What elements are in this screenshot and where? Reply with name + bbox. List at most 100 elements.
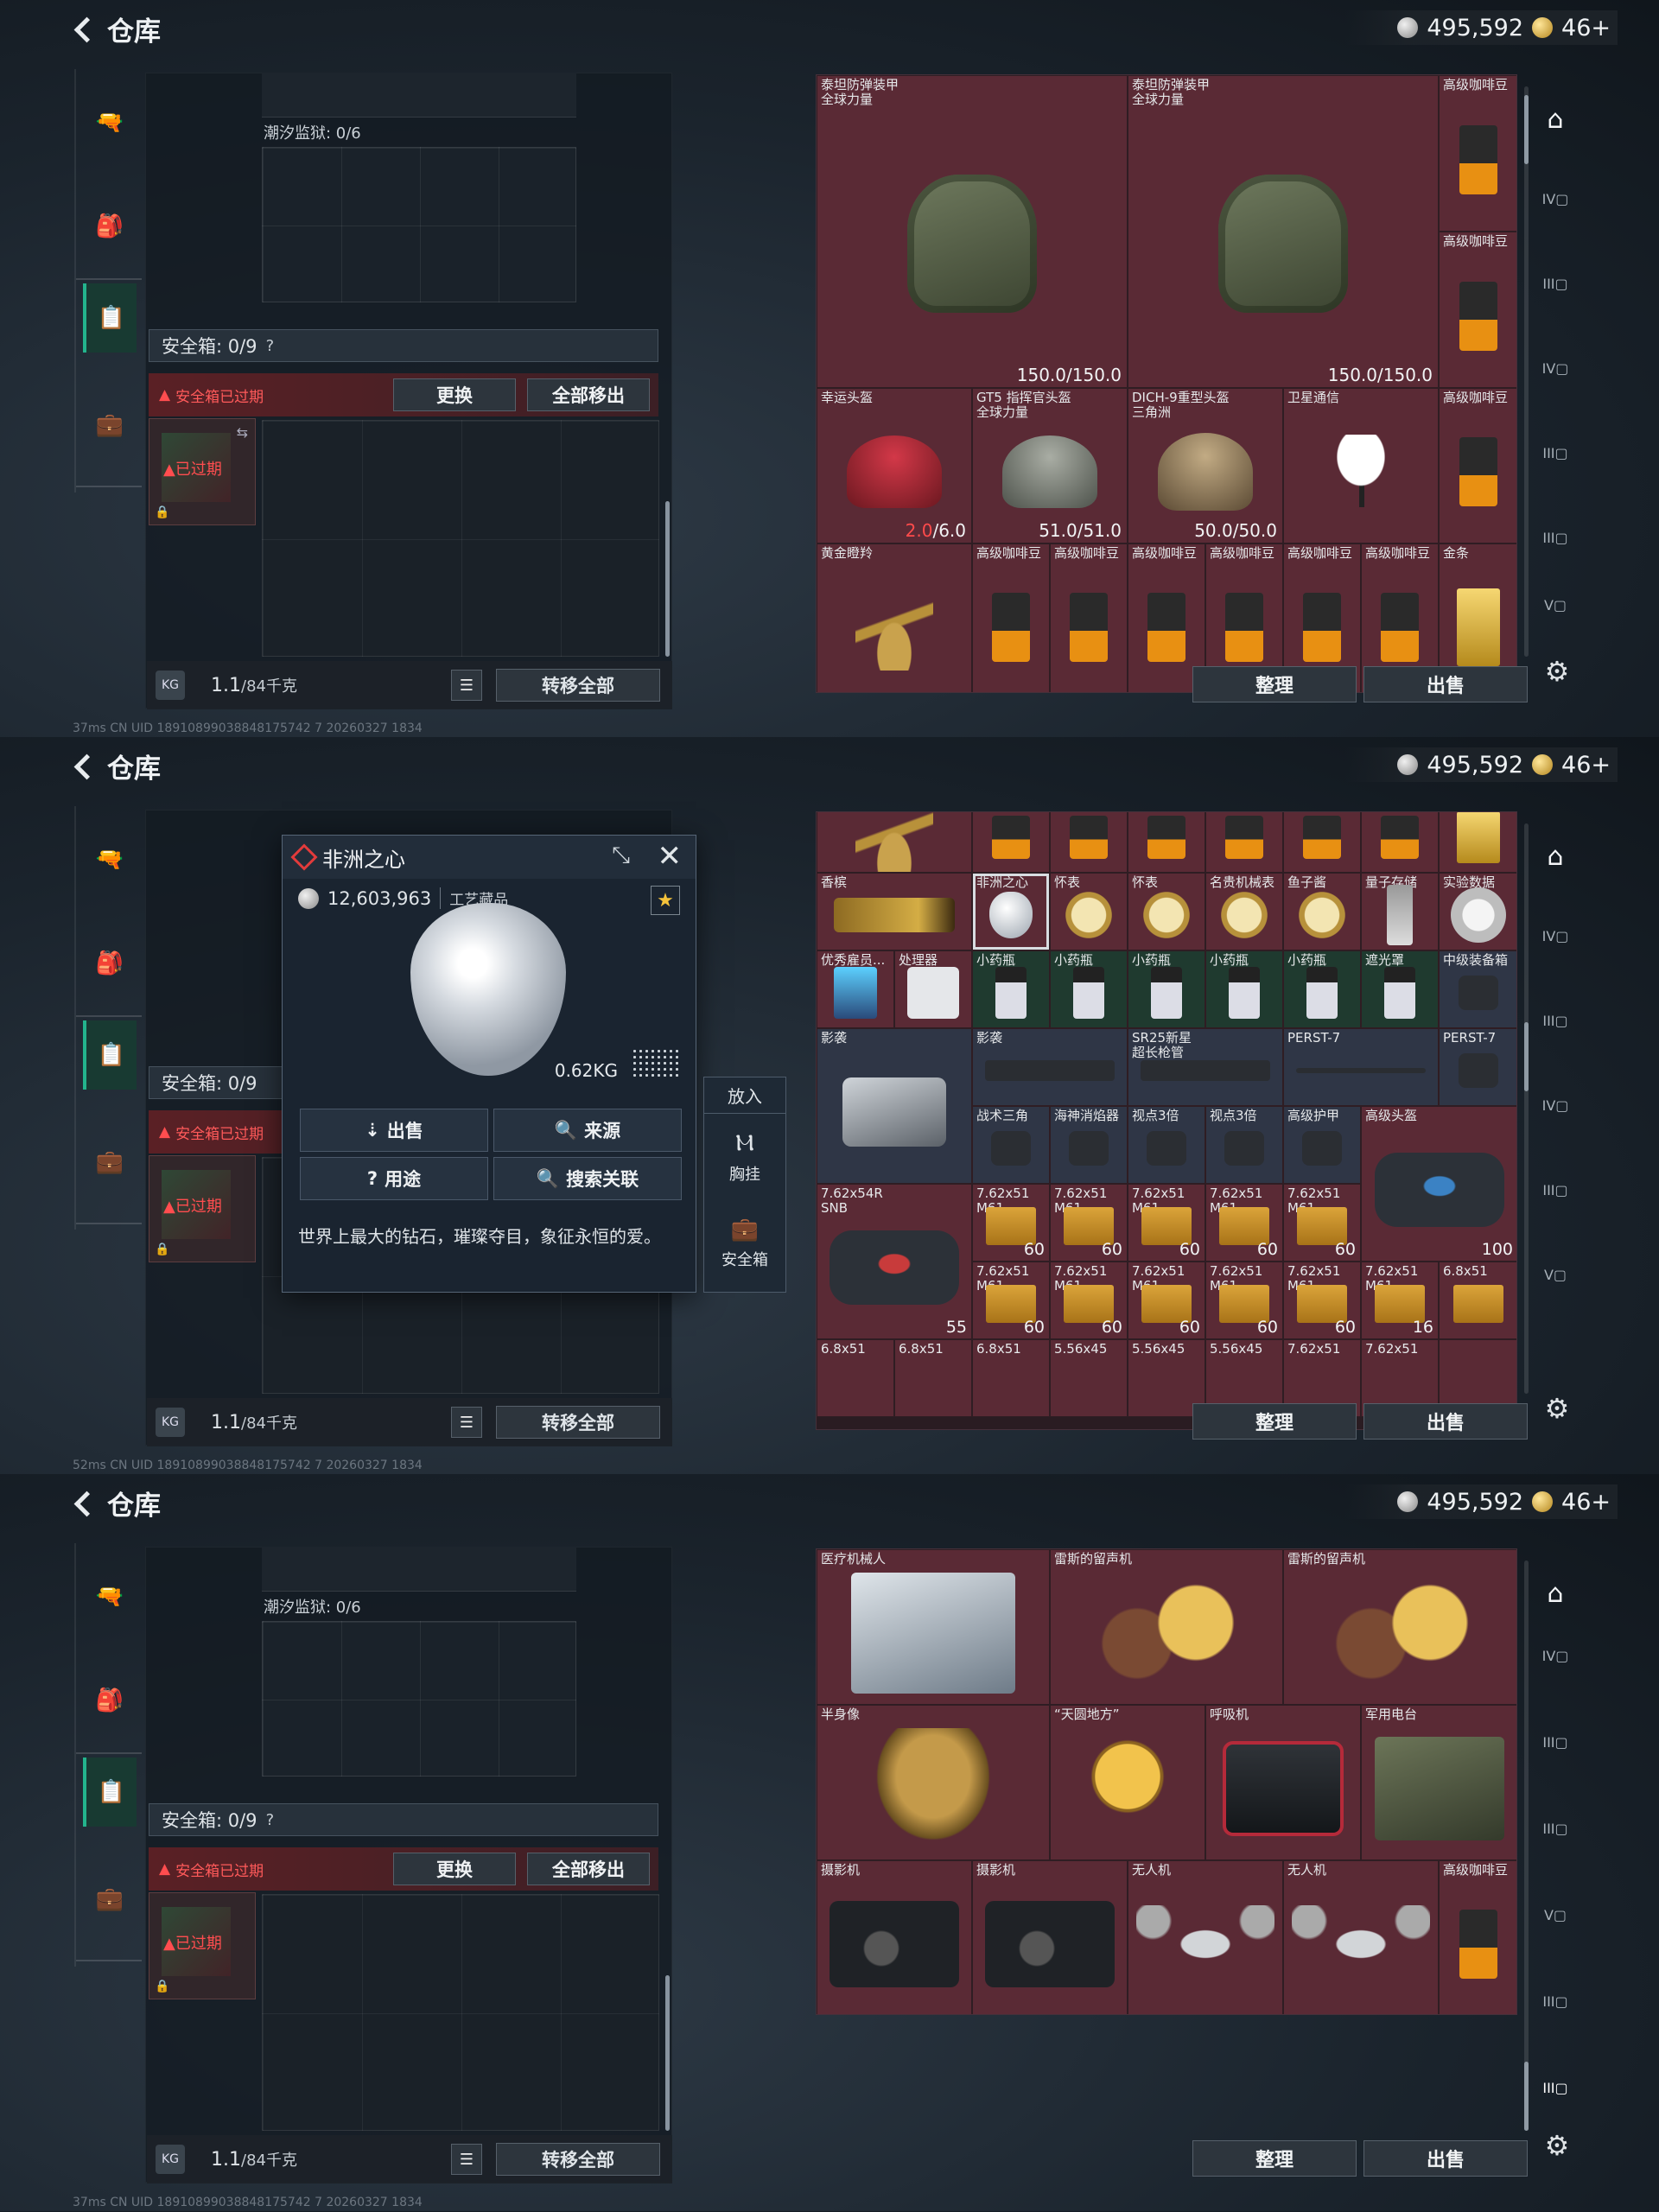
stash-tab-icon[interactable]: III ▢ xyxy=(1533,266,1578,301)
replace-button[interactable]: 更换 xyxy=(393,378,516,411)
help-icon[interactable]: ? xyxy=(266,337,275,355)
ammo-item[interactable]: 6.8x51 xyxy=(1439,1262,1516,1339)
stash-item[interactable]: PERST-7 xyxy=(1283,1028,1439,1106)
collapse-icon[interactable]: ⤡ xyxy=(612,842,630,869)
stash-item[interactable]: 摄影机 xyxy=(972,1860,1128,2014)
stash-item[interactable]: 怀表 xyxy=(1050,873,1128,950)
stash-tab-icon[interactable]: IV ▢ xyxy=(1533,1088,1578,1122)
transfer-all-button[interactable]: 转移全部 xyxy=(496,669,660,702)
stash-item[interactable]: 战术三角 xyxy=(972,1106,1050,1184)
stash-tab-icon[interactable]: IV ▢ xyxy=(1533,918,1578,953)
stash-item[interactable]: 怀表 xyxy=(1128,873,1205,950)
stash-tab-icon[interactable]: V ▢ xyxy=(1533,1257,1578,1292)
nav-weapon-icon[interactable]: 🔫 xyxy=(83,825,137,894)
stash-item-selected[interactable]: 非洲之心 xyxy=(972,873,1050,950)
left-scrollbar[interactable] xyxy=(665,1975,670,2131)
stash-tab-icon-active[interactable]: III ▢ xyxy=(1533,2070,1578,2105)
put-safebox-option[interactable]: 💼 安全箱 xyxy=(704,1200,785,1287)
stash-item[interactable]: 名贵机械表 xyxy=(1205,873,1283,950)
usage-button[interactable]: ? 用途 xyxy=(300,1157,488,1200)
sell-button[interactable]: 出售 xyxy=(1363,666,1528,702)
nav-weapon-icon[interactable]: 🔫 xyxy=(83,1562,137,1631)
put-chest-rig-option[interactable]: Ⲙ 胸挂 xyxy=(704,1114,785,1200)
stash-item[interactable]: 卫星通信 xyxy=(1283,388,1439,543)
back-arrow-icon[interactable] xyxy=(73,754,95,777)
stash-item[interactable]: 泰坦防弹装甲 全球力量 150.0/150.0 xyxy=(1128,75,1439,388)
stash-item[interactable]: 优秀雇员... xyxy=(817,950,894,1028)
stash-item[interactable]: 高级头盔 100 xyxy=(1361,1106,1516,1262)
stash-item[interactable] xyxy=(1361,812,1439,873)
settings-gear-icon[interactable]: ⚙ xyxy=(1540,1391,1574,1426)
sort-button[interactable]: 整理 xyxy=(1192,666,1357,702)
stash-item[interactable]: 黄金瞪羚 xyxy=(817,543,972,692)
right-scrollbar[interactable] xyxy=(1524,95,1529,164)
nav-backpack-icon[interactable]: 🎒 xyxy=(83,929,137,998)
stash-item[interactable]: 军用电台 xyxy=(1361,1705,1516,1860)
ammo-item[interactable]: 5.56x45 xyxy=(1050,1339,1128,1417)
nav-weapon-icon[interactable]: 🔫 xyxy=(83,88,137,157)
stash-tab-icon[interactable]: III ▢ xyxy=(1533,520,1578,555)
ammo-item[interactable]: 7.62x51M6116 xyxy=(1361,1262,1439,1339)
stash-item[interactable]: 雷斯的留声机 xyxy=(1050,1549,1283,1705)
stash-item[interactable]: 小药瓶 xyxy=(1128,950,1205,1028)
stash-item[interactable]: 呼吸机 xyxy=(1205,1705,1361,1860)
transfer-all-button[interactable]: 转移全部 xyxy=(496,1406,660,1439)
search-related-button[interactable]: 🔍 搜索关联 xyxy=(493,1157,682,1200)
stash-tab-icon[interactable]: IV ▢ xyxy=(1533,351,1578,385)
stash-item[interactable]: 7.62x54R SNB 55 xyxy=(817,1184,972,1339)
nav-safebox-icon[interactable]: 💼 xyxy=(83,1128,137,1197)
stash-item[interactable]: 半身像 xyxy=(817,1705,1050,1860)
nav-vest-icon[interactable]: 📋 xyxy=(83,1020,137,1090)
sell-item-button[interactable]: ⇣ 出售 xyxy=(300,1109,488,1152)
stash-item[interactable] xyxy=(1050,812,1128,873)
stash-item[interactable] xyxy=(1439,812,1516,873)
ammo-item[interactable]: 6.8x51 xyxy=(894,1339,972,1417)
ammo-item[interactable]: 7.62x51M6160 xyxy=(1128,1184,1205,1262)
safebox-grid[interactable] xyxy=(262,420,659,657)
stash-home-icon[interactable]: ⌂ xyxy=(1533,834,1578,879)
list-icon[interactable]: ☰ xyxy=(451,2144,482,2175)
nav-backpack-icon[interactable]: 🎒 xyxy=(83,192,137,261)
stash-item[interactable]: 高级护甲 xyxy=(1283,1106,1361,1184)
tide-prison-grid[interactable] xyxy=(262,147,576,302)
stash-item[interactable]: 视点3倍 xyxy=(1128,1106,1205,1184)
stash-item[interactable]: 小药瓶 xyxy=(972,950,1050,1028)
nav-backpack-icon[interactable]: 🎒 xyxy=(83,1666,137,1735)
nav-safebox-icon[interactable]: 💼 xyxy=(83,391,137,460)
transfer-all-button[interactable]: 转移全部 xyxy=(496,2143,660,2176)
stash-item[interactable]: SR25新星 超长枪管 xyxy=(1128,1028,1283,1106)
ammo-item[interactable]: 6.8x51 xyxy=(817,1339,894,1417)
stash-tab-icon[interactable]: IV ▢ xyxy=(1533,181,1578,216)
stash-item[interactable]: 高级咖啡豆 xyxy=(1439,232,1516,388)
source-button[interactable]: 🔍 来源 xyxy=(493,1109,682,1152)
ammo-item[interactable]: 7.62x51M6160 xyxy=(1283,1262,1361,1339)
ammo-item[interactable]: 7.62x51M6160 xyxy=(1205,1184,1283,1262)
stash-item[interactable]: 实验数据 xyxy=(1439,873,1516,950)
stash-item[interactable]: 高级咖啡豆 xyxy=(972,543,1050,692)
stash-item[interactable]: 无人机 xyxy=(1128,1860,1283,2014)
stash-item[interactable]: 摄影机 xyxy=(817,1860,972,2014)
settings-gear-icon[interactable]: ⚙ xyxy=(1540,2128,1574,2163)
stash-item[interactable]: 无人机 xyxy=(1283,1860,1439,2014)
stash-tab-icon[interactable]: V ▢ xyxy=(1533,1897,1578,1932)
remove-all-button[interactable]: 全部移出 xyxy=(527,378,650,411)
back-arrow-icon[interactable] xyxy=(73,1491,95,1514)
stash-item[interactable]: “天圆地方” xyxy=(1050,1705,1205,1860)
nav-vest-icon[interactable]: 📋 xyxy=(83,1758,137,1827)
right-scrollbar[interactable] xyxy=(1524,1022,1529,1091)
stash-item[interactable]: 影袭 xyxy=(817,1028,972,1184)
stash-item[interactable]: 高级咖啡豆 xyxy=(1439,75,1516,232)
stash-item[interactable] xyxy=(1283,812,1361,873)
stash-item[interactable]: 高级咖啡豆 xyxy=(1050,543,1128,692)
favorite-star-icon[interactable]: ★ xyxy=(651,886,680,915)
stash-item[interactable]: 幸运头盔 2.0/6.0 xyxy=(817,388,972,543)
stash-item[interactable]: 海神消焰器 xyxy=(1050,1106,1128,1184)
stash-item[interactable]: 高级咖啡豆 xyxy=(1439,1860,1516,2014)
stash-item[interactable]: 小药瓶 xyxy=(1283,950,1361,1028)
stash-item[interactable]: 雷斯的留声机 xyxy=(1283,1549,1516,1705)
stash-item[interactable]: 泰坦防弹装甲 全球力量 150.0/150.0 xyxy=(817,75,1128,388)
stash-tab-icon[interactable]: III ▢ xyxy=(1533,1725,1578,1759)
close-icon[interactable]: ✕ xyxy=(658,839,683,874)
back-arrow-icon[interactable] xyxy=(73,17,95,40)
ammo-item[interactable]: 6.8x51 xyxy=(972,1339,1050,1417)
